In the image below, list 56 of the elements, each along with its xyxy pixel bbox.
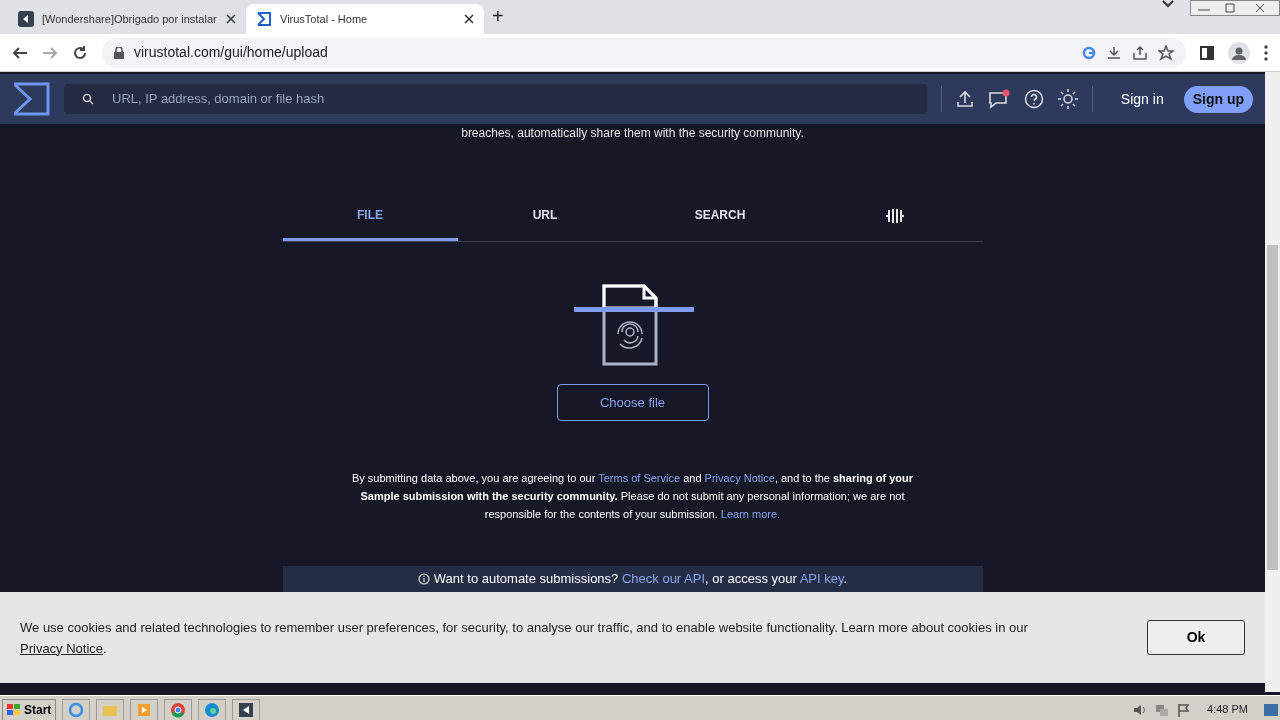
disclaimer-text: By submitting data above, you are agreeing to our Terms of Service and Privacy Notice, and to the sharing of your Sample submission with the security community. Please do not submit any personal information; we are not responsible for the contents of your submission. Learn more. — [350, 471, 915, 522]
app-icon — [18, 11, 34, 27]
upload-tab[interactable]: FILE — [282, 194, 458, 241]
sidebar-icon[interactable] — [1200, 45, 1214, 60]
profile-icon[interactable] — [1228, 41, 1250, 64]
privacy-link[interactable]: Privacy Notice — [20, 640, 104, 656]
sigma-icon — [256, 11, 272, 27]
back-icon[interactable] — [12, 44, 28, 61]
ok-button[interactable]: Ok — [1147, 620, 1245, 655]
windows-flag-icon — [7, 703, 21, 716]
search-icon — [82, 93, 94, 105]
browser-tab[interactable]: VirusTotal - Home — [246, 4, 484, 34]
cookie-text: We use cookies and related technologies to remember user preferences, for security, to analyse our traffic, and to enable website functionality. Learn more about cookies in our Privacy Notice. — [20, 618, 1029, 658]
close-icon[interactable] — [226, 14, 236, 24]
sign-in-button[interactable]: Sign in — [1114, 87, 1170, 111]
barcode-icon[interactable] — [885, 207, 905, 224]
choose-file-button[interactable]: Choose file — [556, 384, 709, 421]
scroll-thumb[interactable] — [1267, 245, 1278, 570]
start-button[interactable]: Start — [2, 698, 57, 720]
api-link[interactable]: Check our API — [621, 571, 706, 587]
upload-tab[interactable]: URL — [457, 194, 633, 241]
sun-icon[interactable] — [1057, 89, 1078, 109]
search-field[interactable]: URL, IP address, domain or file hash — [110, 88, 909, 110]
info-icon — [417, 573, 430, 585]
app-icon[interactable] — [238, 701, 255, 718]
close-icon[interactable] — [464, 14, 474, 24]
clock-text: 4:48 PM — [1206, 702, 1249, 718]
logo-icon[interactable] — [12, 82, 50, 116]
file-fingerprint-icon — [571, 284, 694, 366]
desktop-icon[interactable] — [1264, 703, 1278, 716]
disclaimer-link[interactable]: Terms of Service — [598, 472, 681, 484]
window-controls-drawing[interactable] — [1190, 0, 1280, 16]
browser-tab[interactable]: [Wondershare]Obrigado por instalar — [8, 4, 246, 34]
chrome-icon[interactable] — [170, 701, 187, 718]
upload-tab[interactable]: SEARCH — [632, 194, 808, 241]
sign-up-button[interactable]: Sign up — [1183, 85, 1253, 113]
flag-icon[interactable] — [1177, 702, 1192, 717]
api-link[interactable]: API key — [799, 571, 844, 587]
google-icon[interactable] — [1082, 45, 1096, 60]
disclaimer-link[interactable]: Privacy Notice — [704, 472, 775, 484]
search-bar[interactable]: URL, IP address, domain or file hash — [64, 84, 927, 114]
upload-icon[interactable] — [955, 90, 974, 108]
reload-icon[interactable] — [72, 44, 88, 61]
menu-icon[interactable] — [1264, 44, 1268, 61]
api-text: Want to automate submissions? Check our API, or access your API key. — [433, 570, 848, 589]
disclaimer-link[interactable]: Learn more. — [720, 508, 781, 520]
star-icon[interactable] — [1158, 44, 1174, 61]
intro-text: breaches, automatically share them with the security community. — [461, 125, 804, 142]
speaker-icon[interactable] — [1133, 702, 1148, 717]
help-icon[interactable] — [1023, 89, 1044, 109]
chat-icon[interactable] — [987, 89, 1010, 109]
new-tab-button[interactable]: + — [492, 1, 504, 31]
download-icon[interactable] — [1106, 44, 1122, 61]
share-icon[interactable] — [1132, 44, 1148, 61]
lock-icon — [114, 46, 124, 59]
chevron-icon[interactable] — [1162, 0, 1174, 8]
